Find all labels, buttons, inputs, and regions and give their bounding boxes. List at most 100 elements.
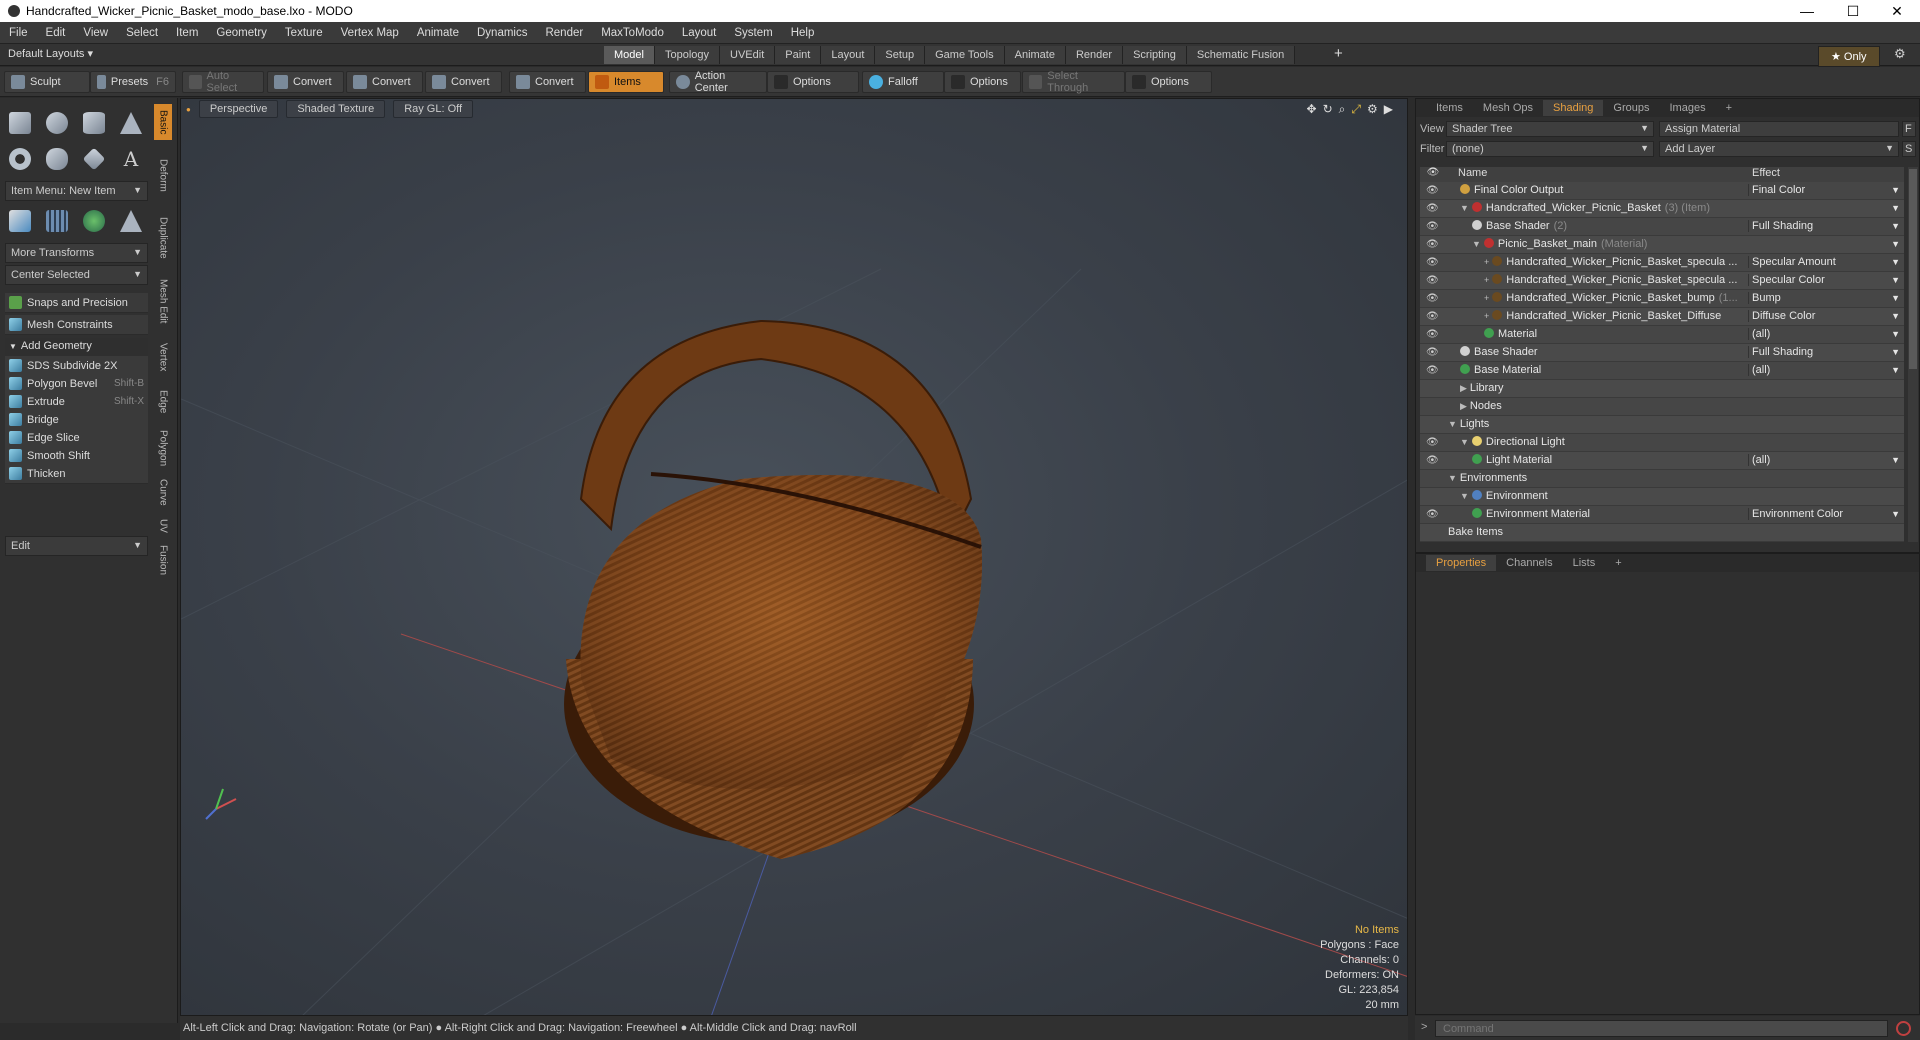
tab-uvedit[interactable]: UVEdit xyxy=(720,46,776,64)
more-transforms-dropdown[interactable]: More Transforms ▼ xyxy=(5,243,148,263)
vtab-uv[interactable]: UV xyxy=(154,514,172,538)
mesh-constraints-button[interactable]: Mesh Constraints xyxy=(5,315,148,335)
effect-cell[interactable]: Final Color ▼ xyxy=(1748,184,1904,196)
name-column-header[interactable]: Name xyxy=(1446,167,1748,182)
3d-viewport[interactable]: ● Perspective Shaded Texture Ray GL: Off… xyxy=(180,98,1408,1016)
expand-plus-icon[interactable]: + xyxy=(1484,257,1489,267)
vtab-mesh-edit[interactable]: Mesh Edit xyxy=(154,270,172,332)
properties-tab-channels[interactable]: Channels xyxy=(1496,555,1562,571)
expand-plus-icon[interactable]: + xyxy=(1484,275,1489,285)
shader-tree-row[interactable]: ▶ Nodes xyxy=(1420,398,1904,416)
shader-tree-row[interactable]: 👁 Final Color Output Final Color ▼ xyxy=(1420,182,1904,200)
add-layer-dropdown[interactable]: Add Layer ▼ xyxy=(1659,141,1899,157)
tab-scripting[interactable]: Scripting xyxy=(1123,46,1187,64)
shader-tree-row[interactable]: 👁 + Handcrafted_Wicker_Picnic_Basket_bump(… xyxy=(1420,290,1904,308)
add-geometry-header[interactable]: ▼ Add Geometry xyxy=(5,338,148,356)
shader-tree-row[interactable]: ▼ Environment xyxy=(1420,488,1904,506)
capsule-icon[interactable] xyxy=(42,144,72,174)
menu-item-edit[interactable]: Edit xyxy=(37,27,75,39)
expand-arrow-icon[interactable]: ▼ xyxy=(1472,239,1481,249)
menu-item-file[interactable]: File xyxy=(0,27,37,39)
expand-arrow-icon[interactable]: ▶ xyxy=(1460,383,1467,393)
torus-icon[interactable] xyxy=(5,144,35,174)
vtab-edge[interactable]: Edge xyxy=(154,382,172,422)
cube-icon[interactable] xyxy=(5,108,35,138)
visibility-eye-icon[interactable]: 👁 xyxy=(1426,203,1439,214)
globe-icon[interactable] xyxy=(79,206,109,236)
menu-item-render[interactable]: Render xyxy=(536,27,592,39)
shader-tree-row[interactable]: Bake Items xyxy=(1420,524,1904,542)
convert-button-4[interactable]: Convert xyxy=(509,71,586,93)
expand-plus-icon[interactable]: + xyxy=(1484,311,1489,321)
tool-bridge[interactable]: Bridge xyxy=(5,410,148,430)
effect-cell[interactable]: Bump ▼ xyxy=(1748,292,1904,304)
shader-tree-row[interactable]: ▼ Environments xyxy=(1420,470,1904,488)
expand-arrow-icon[interactable]: ▼ xyxy=(1448,473,1457,483)
shader-tree-row[interactable]: 👁 Base Shader Full Shading ▼ xyxy=(1420,344,1904,362)
add-layout-tab-button[interactable]: + xyxy=(1334,45,1343,62)
visibility-eye-icon[interactable]: 👁 xyxy=(1426,311,1439,322)
visibility-eye-icon[interactable]: 👁 xyxy=(1426,437,1439,448)
shading-tab-add[interactable]: + xyxy=(1716,100,1742,116)
effect-cell[interactable]: Diffuse Color ▼ xyxy=(1748,310,1904,322)
falloff-options-button[interactable]: Options xyxy=(944,71,1021,93)
shader-tree-row[interactable]: ▼ Lights xyxy=(1420,416,1904,434)
only-toggle-button[interactable]: ★ Only xyxy=(1818,46,1880,67)
maximize-icon[interactable]: ☐ xyxy=(1830,0,1876,22)
visibility-eye-icon[interactable]: 👁 xyxy=(1426,239,1439,250)
minimize-icon[interactable]: — xyxy=(1784,0,1830,22)
f-button[interactable]: F xyxy=(1902,121,1916,137)
shader-tree-row[interactable]: 👁 Material (all) ▼ xyxy=(1420,326,1904,344)
shading-tab-shading[interactable]: Shading xyxy=(1543,100,1604,116)
assign-material-button[interactable]: Assign Material xyxy=(1659,121,1899,137)
visibility-eye-icon[interactable]: 👁 xyxy=(1426,455,1439,466)
properties-tab-add[interactable]: + xyxy=(1605,555,1631,571)
menu-item-maxtomodo[interactable]: MaxToModo xyxy=(592,27,673,39)
vtab-deform[interactable]: Deform xyxy=(154,144,172,206)
close-icon[interactable]: ✕ xyxy=(1874,0,1920,22)
presets-button[interactable]: Presets F6 xyxy=(90,71,176,93)
visibility-eye-icon[interactable]: 👁 xyxy=(1426,275,1439,286)
shader-tree-row[interactable]: 👁 ▼ Picnic_Basket_main (Material) ▼ xyxy=(1420,236,1904,254)
action-center-button[interactable]: Action Center xyxy=(669,70,767,94)
effect-cell[interactable]: Specular Color ▼ xyxy=(1748,274,1904,286)
pen-tool-icon[interactable] xyxy=(79,144,109,174)
effect-cell[interactable]: Full Shading ▼ xyxy=(1748,220,1904,232)
convert-button-1[interactable]: Convert xyxy=(267,71,344,93)
shader-tree-row[interactable]: 👁 Environment Material Environment Color ▼ xyxy=(1420,506,1904,524)
vtab-duplicate[interactable]: Duplicate xyxy=(154,210,172,266)
shader-tree-row[interactable]: 👁 ▼ Handcrafted_Wicker_Picnic_Basket (3) (I… xyxy=(1420,200,1904,218)
menu-item-animate[interactable]: Animate xyxy=(408,27,468,39)
menu-item-system[interactable]: System xyxy=(725,27,781,39)
tool-polygon-bevel[interactable]: Polygon Bevel Shift-B xyxy=(5,374,148,394)
menu-item-layout[interactable]: Layout xyxy=(673,27,726,39)
menu-item-texture[interactable]: Texture xyxy=(276,27,332,39)
expand-arrow-icon[interactable]: ▼ xyxy=(1460,491,1469,501)
vtab-vertex[interactable]: Vertex xyxy=(154,336,172,378)
expand-arrow-icon[interactable]: ▼ xyxy=(1460,437,1469,447)
effect-cell[interactable]: Environment Color ▼ xyxy=(1748,508,1904,520)
expand-plus-icon[interactable]: + xyxy=(1484,293,1489,303)
effect-cell[interactable]: (all) ▼ xyxy=(1748,328,1904,340)
items-mode-button[interactable]: Items xyxy=(588,71,664,93)
effect-cell[interactable]: Full Shading ▼ xyxy=(1748,346,1904,358)
convert-button-2[interactable]: Convert xyxy=(346,71,423,93)
filter-dropdown[interactable]: (none) ▼ xyxy=(1446,141,1654,157)
properties-tab-lists[interactable]: Lists xyxy=(1563,555,1606,571)
vtab-curve[interactable]: Curve xyxy=(154,474,172,510)
visibility-eye-icon[interactable]: 👁 xyxy=(1426,293,1439,304)
item-menu-dropdown[interactable]: Item Menu: New Item ▼ xyxy=(5,181,148,201)
visibility-eye-icon[interactable]: 👁 xyxy=(1426,185,1439,196)
snaps-and-precision-button[interactable]: Snaps and Precision xyxy=(5,293,148,313)
effect-cell[interactable]: Specular Amount ▼ xyxy=(1748,256,1904,268)
shading-tab-items[interactable]: Items xyxy=(1426,100,1473,116)
tab-schematic-fusion[interactable]: Schematic Fusion xyxy=(1186,46,1296,64)
menu-item-view[interactable]: View xyxy=(74,27,117,39)
shading-tab-mesh-ops[interactable]: Mesh Ops xyxy=(1473,100,1543,116)
vtab-fusion[interactable]: Fusion xyxy=(154,542,172,578)
convert-button-3[interactable]: Convert xyxy=(425,71,502,93)
shader-tree-row[interactable]: 👁 ▼ Directional Light xyxy=(1420,434,1904,452)
edit-dropdown[interactable]: Edit ▼ xyxy=(5,536,148,556)
tool-edge-slice[interactable]: Edge Slice xyxy=(5,428,148,448)
array-icon[interactable] xyxy=(5,206,35,236)
